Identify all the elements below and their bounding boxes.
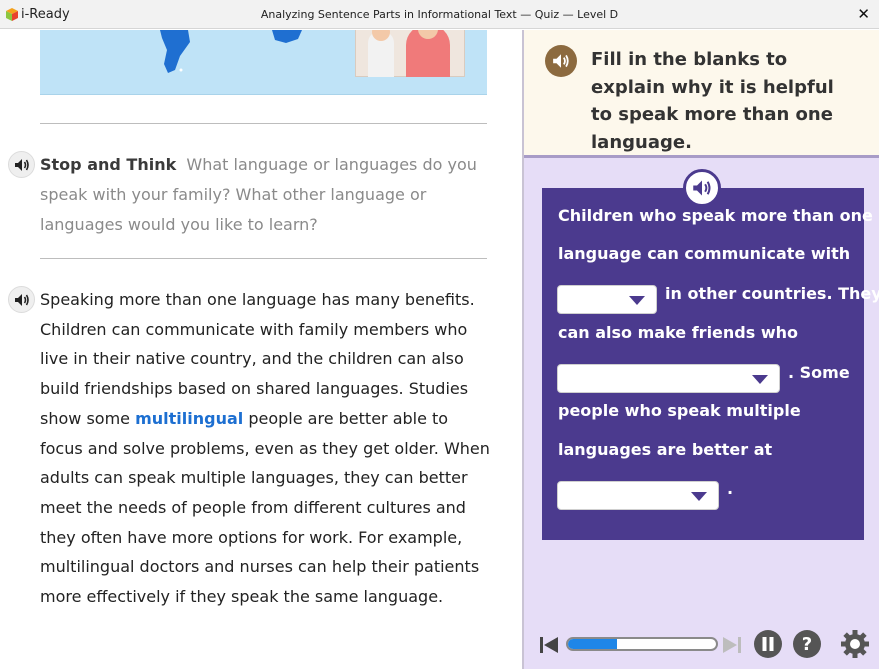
- question-prompt: Fill in the blanks to explain why it is …: [591, 49, 834, 153]
- family-photo: [355, 30, 465, 77]
- blank-dropdown-1[interactable]: [557, 285, 657, 314]
- progress-fill: [568, 639, 617, 649]
- svg-text:?: ?: [802, 634, 812, 655]
- passage-audio-button[interactable]: [8, 286, 35, 313]
- reading-pane: Stop and Think What language or language…: [0, 30, 522, 669]
- title-bar: i-Ready Analyzing Sentence Parts in Info…: [0, 0, 879, 29]
- sentence-line: people who speak multiple: [558, 401, 801, 420]
- passage-illustration: [40, 30, 487, 95]
- sentence-line: can also make friends who: [558, 323, 798, 342]
- sentence-line: . Some: [788, 363, 850, 382]
- progress-bar: [566, 637, 718, 651]
- chevron-down-icon: [691, 492, 707, 501]
- question-pane: Fill in the blanks to explain why it is …: [522, 30, 879, 669]
- speaker-icon: [14, 293, 29, 306]
- player-controls: ?: [524, 625, 879, 669]
- blank-dropdown-3[interactable]: [557, 481, 719, 510]
- card-audio-button[interactable]: [683, 169, 721, 207]
- help-icon[interactable]: ?: [792, 629, 822, 659]
- passage-paragraph: Speaking more than one language has many…: [40, 285, 490, 612]
- blank-dropdown-2[interactable]: [557, 364, 780, 393]
- sentence-line: language can communicate with: [558, 244, 851, 263]
- chevron-down-icon: [752, 375, 768, 384]
- stop-and-think: Stop and Think What language or language…: [40, 150, 490, 240]
- stop-think-heading: Stop and Think: [40, 155, 177, 174]
- sentence-line: .: [727, 479, 734, 498]
- passage-text-after: people are better able to focus and solv…: [40, 408, 490, 607]
- sentence-line: in other countries. They: [665, 284, 879, 303]
- close-button[interactable]: ✕: [857, 5, 870, 23]
- stop-think-audio-button[interactable]: [8, 151, 35, 178]
- sentence-line: languages are better at: [558, 440, 773, 459]
- chevron-down-icon: [629, 296, 645, 305]
- passage-text-before: Speaking more than one language has many…: [40, 290, 475, 428]
- question-prompt-box: Fill in the blanks to explain why it is …: [524, 30, 879, 158]
- sentence-line: Children who speak more than one: [558, 206, 873, 225]
- prompt-audio-button[interactable]: [545, 45, 577, 77]
- lesson-title: Analyzing Sentence Parts in Informationa…: [260, 8, 619, 21]
- gear-icon[interactable]: [840, 629, 870, 659]
- speaker-icon: [14, 158, 29, 171]
- divider: [40, 123, 487, 124]
- speaker-icon: [693, 180, 711, 196]
- pause-icon[interactable]: [753, 629, 783, 659]
- glossary-link-multilingual[interactable]: multilingual: [135, 409, 243, 428]
- fill-in-blank-card: Children who speak more than one languag…: [542, 188, 879, 540]
- speaker-icon: [553, 54, 569, 68]
- skip-forward-icon[interactable]: [722, 635, 742, 655]
- skip-back-icon[interactable]: [539, 635, 559, 655]
- divider: [40, 258, 487, 259]
